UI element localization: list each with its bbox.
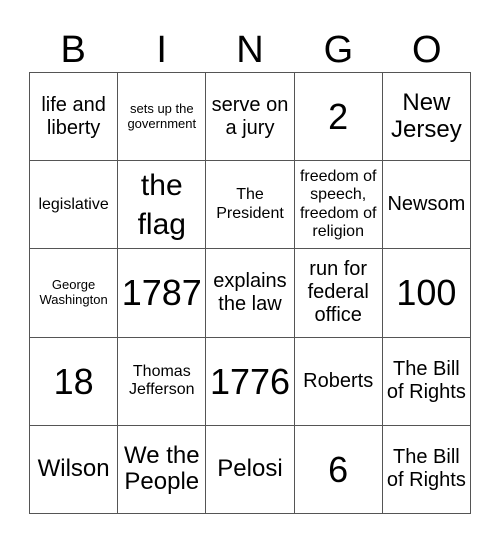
bingo-cell[interactable]: The Bill of Rights	[382, 425, 471, 514]
bingo-cell[interactable]: 100	[382, 249, 471, 338]
bingo-cell[interactable]: New Jersey	[382, 73, 471, 162]
header-letter-i: I	[156, 29, 167, 71]
header-letter-n: N	[236, 29, 264, 71]
bingo-cell[interactable]: run for federal office	[294, 249, 383, 338]
bingo-cell[interactable]: Roberts	[294, 337, 383, 426]
bingo-cell[interactable]: George Washington	[30, 249, 119, 338]
bingo-cell[interactable]: The Bill of Rights	[382, 337, 471, 426]
header-letter-o: O	[412, 29, 442, 71]
bingo-cell[interactable]: Thomas Jefferson	[118, 337, 207, 426]
header-letter-b: B	[60, 29, 86, 71]
bingo-cell[interactable]: 1787	[118, 249, 207, 338]
bingo-cell[interactable]: 6	[294, 425, 383, 514]
bingo-cell[interactable]: freedom of speech, freedom of religion	[294, 161, 383, 250]
bingo-cell[interactable]: sets up the government	[118, 73, 207, 162]
bingo-cell[interactable]: 2	[294, 73, 383, 162]
bingo-cell[interactable]: legislative	[30, 161, 119, 250]
bingo-cell[interactable]: life and liberty	[30, 73, 119, 162]
bingo-cell[interactable]: the flag	[118, 161, 207, 250]
bingo-header: B I N G O	[29, 26, 471, 74]
bingo-cell[interactable]: Newsom	[382, 161, 471, 250]
bingo-cell[interactable]: Wilson	[30, 425, 119, 514]
bingo-cell[interactable]: The President	[206, 161, 295, 250]
bingo-cell[interactable]: We the People	[118, 425, 207, 514]
bingo-cell[interactable]: explains the law	[206, 249, 295, 338]
bingo-cell[interactable]: 1776	[206, 337, 295, 426]
bingo-cell[interactable]: Pelosi	[206, 425, 295, 514]
header-letter-g: G	[323, 29, 354, 71]
bingo-cell[interactable]: 18	[30, 337, 119, 426]
bingo-grid: life and liberty sets up the government se…	[29, 72, 471, 514]
bingo-cell[interactable]: serve on a jury	[206, 73, 295, 162]
